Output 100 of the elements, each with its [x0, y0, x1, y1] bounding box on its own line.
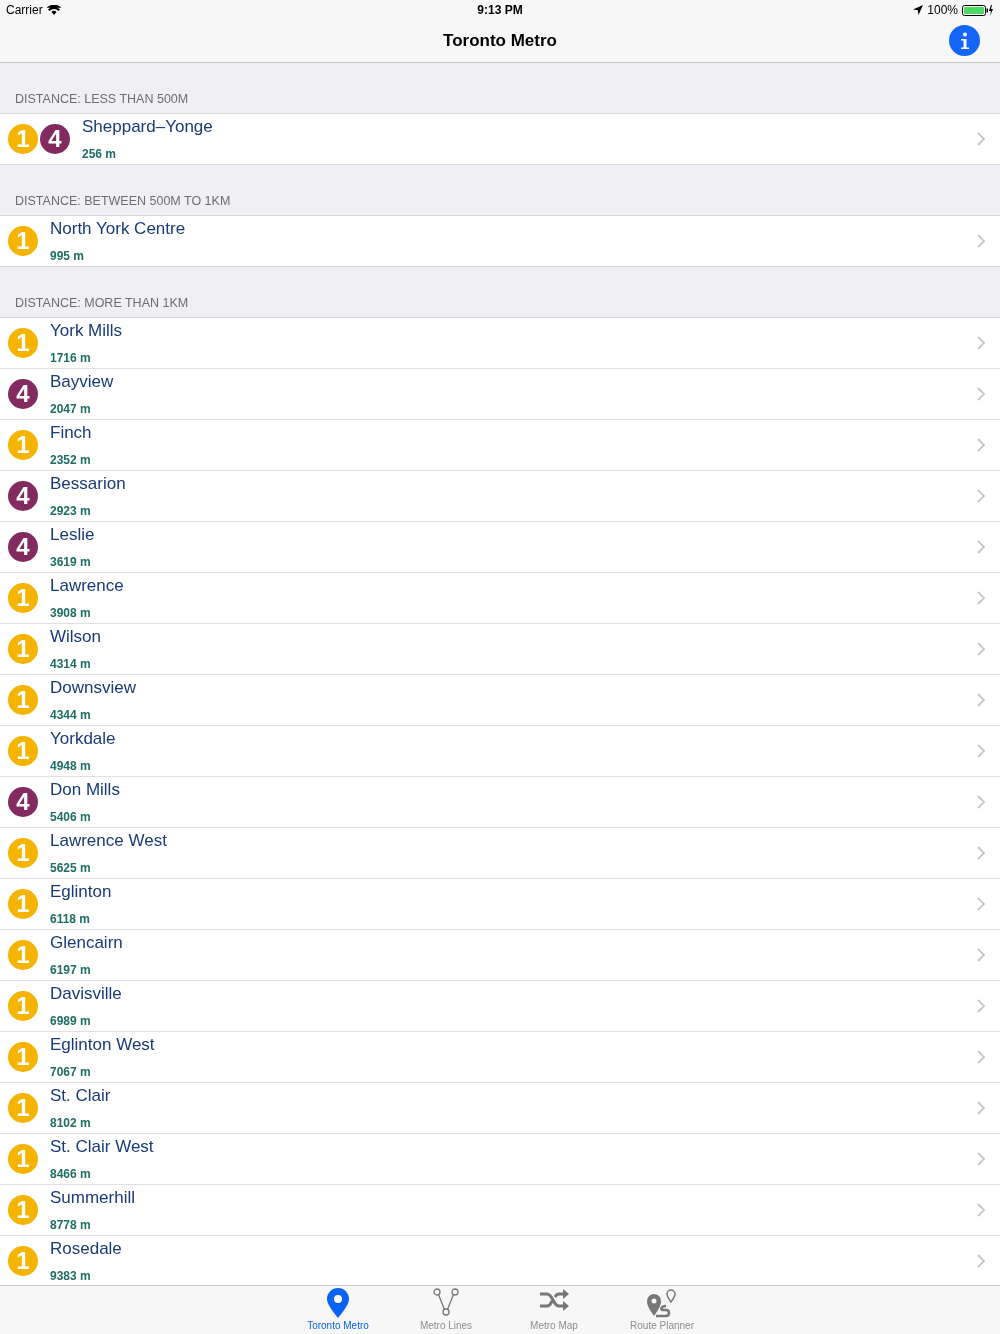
station-distance: 8466 m: [50, 1167, 92, 1181]
station-name: Eglinton West: [50, 1035, 156, 1055]
station-distance: 2047 m: [50, 402, 92, 416]
station-distance: 256 m: [82, 147, 118, 161]
station-distance: 2352 m: [50, 453, 92, 467]
line-badge: 1: [8, 889, 38, 919]
station-name: North York Centre: [50, 219, 187, 239]
station-row[interactable]: 1 Davisville 6989 m: [0, 980, 1000, 1031]
station-distance: 5406 m: [50, 810, 92, 824]
station-distance: 9383 m: [50, 1269, 92, 1283]
station-row[interactable]: 4 Don Mills 5406 m: [0, 776, 1000, 827]
info-icon: [959, 31, 970, 50]
station-name: Glencairn: [50, 933, 124, 953]
station-distance: 2923 m: [50, 504, 92, 518]
station-row[interactable]: 1 Lawrence West 5625 m: [0, 827, 1000, 878]
station-name: St. Clair: [50, 1086, 112, 1106]
station-row[interactable]: 4 Bessarion 2923 m: [0, 470, 1000, 521]
line-badge: 1: [8, 328, 38, 358]
chevron-icon: [977, 642, 985, 656]
station-distance: 6197 m: [50, 963, 92, 977]
station-name: Davisville: [50, 984, 123, 1004]
station-row[interactable]: 4 Leslie 3619 m: [0, 521, 1000, 572]
station-row[interactable]: 4 Bayview 2047 m: [0, 368, 1000, 419]
chevron-icon: [977, 1254, 985, 1268]
station-distance: 5625 m: [50, 861, 92, 875]
station-distance: 4948 m: [50, 759, 92, 773]
line-badge: 1: [8, 1093, 38, 1123]
line-badge: 4: [8, 379, 38, 409]
station-name: Downsview: [50, 678, 137, 698]
station-row[interactable]: 1 Yorkdale 4948 m: [0, 725, 1000, 776]
station-name: Eglinton: [50, 882, 113, 902]
station-name: Don Mills: [50, 780, 121, 800]
tab[interactable]: Toronto Metro: [299, 1286, 377, 1334]
line-badge: 1: [8, 1144, 38, 1174]
station-row[interactable]: 1 York Mills 1716 m: [0, 318, 1000, 368]
station-name: Sheppard–Yonge: [82, 117, 214, 137]
station-row[interactable]: 1 St. Clair 8102 m: [0, 1082, 1000, 1133]
chevron-icon: [977, 693, 985, 707]
chevron-icon: [977, 1203, 985, 1217]
station-distance: 6989 m: [50, 1014, 92, 1028]
station-distance: 995 m: [50, 249, 86, 263]
line-badge: 1: [8, 583, 38, 613]
line-badge: 1: [8, 685, 38, 715]
clock-time: 9:13 PM: [477, 3, 523, 17]
station-distance: 6118 m: [50, 912, 92, 926]
chevron-icon: [977, 438, 985, 452]
station-name: York Mills: [50, 321, 124, 341]
chevron-icon: [977, 846, 985, 860]
line-badge: 4: [8, 481, 38, 511]
station-name: Rosedale: [50, 1239, 123, 1259]
station-name: St. Clair West: [50, 1137, 155, 1157]
station-row[interactable]: 1 Glencairn 6197 m: [0, 929, 1000, 980]
station-row[interactable]: 1 North York Centre 995 m: [0, 216, 1000, 266]
chevron-icon: [977, 999, 985, 1013]
station-distance: 7067 m: [50, 1065, 92, 1079]
screen-title: Toronto Metro: [443, 31, 557, 51]
line-badge: 1: [8, 991, 38, 1021]
station-row[interactable]: 1 Finch 2352 m: [0, 419, 1000, 470]
route-icon: [646, 1288, 678, 1318]
station-name: Bayview: [50, 372, 115, 392]
station-distance: 4344 m: [50, 708, 92, 722]
line-badge: 1: [8, 226, 38, 256]
map-pin-icon: [326, 1288, 350, 1318]
chevron-icon: [977, 1050, 985, 1064]
line-badge: 1: [8, 1042, 38, 1072]
station-distance: 8778 m: [50, 1218, 92, 1232]
section-header: DISTANCE: LESS THAN 500M: [15, 92, 189, 106]
chevron-icon: [977, 387, 985, 401]
station-row[interactable]: 1 4 Sheppard–Yonge 256 m: [0, 114, 1000, 164]
location-arrow-icon: [913, 5, 924, 15]
line-badge: 4: [8, 787, 38, 817]
line-badge: 1: [8, 124, 38, 154]
line-badge: 4: [8, 532, 38, 562]
station-row[interactable]: 1 Wilson 4314 m: [0, 623, 1000, 674]
station-distance: 1716 m: [50, 351, 92, 365]
shuffle-icon: [539, 1288, 569, 1312]
line-badge: 1: [8, 634, 38, 664]
chevron-icon: [977, 234, 985, 248]
station-row[interactable]: 1 Downsview 4344 m: [0, 674, 1000, 725]
station-name: Summerhill: [50, 1188, 137, 1208]
section-header: DISTANCE: BETWEEN 500M TO 1KM: [15, 194, 231, 208]
info-button[interactable]: [949, 25, 980, 56]
line-badge: 1: [8, 1195, 38, 1225]
station-row[interactable]: 1 Lawrence 3908 m: [0, 572, 1000, 623]
station-distance: 8102 m: [50, 1116, 92, 1130]
station-name: Lawrence West: [50, 831, 168, 851]
station-row[interactable]: 1 St. Clair West 8466 m: [0, 1133, 1000, 1184]
chevron-icon: [977, 897, 985, 911]
chevron-icon: [977, 948, 985, 962]
station-row[interactable]: 1 Summerhill 8778 m: [0, 1184, 1000, 1235]
station-row[interactable]: 1 Eglinton West 7067 m: [0, 1031, 1000, 1082]
battery-percent: 100%: [927, 3, 958, 17]
chevron-icon: [977, 744, 985, 758]
station-row[interactable]: 1 Eglinton 6118 m: [0, 878, 1000, 929]
carrier-label: Carrier: [6, 3, 43, 17]
station-distance: 3619 m: [50, 555, 92, 569]
line-badge: 1: [8, 838, 38, 868]
chevron-icon: [977, 540, 985, 554]
station-distance: 3908 m: [50, 606, 92, 620]
station-name: Leslie: [50, 525, 96, 545]
